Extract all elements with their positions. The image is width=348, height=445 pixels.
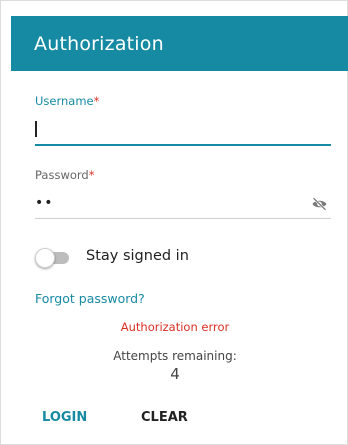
password-underline bbox=[35, 218, 331, 219]
attempts-remaining-value: 4 bbox=[170, 365, 180, 383]
login-button[interactable]: LOGIN bbox=[42, 407, 87, 429]
authorization-error-message: Authorization error bbox=[120, 320, 230, 334]
username-label-text: Username bbox=[35, 94, 94, 108]
text-caret bbox=[35, 121, 37, 137]
dialog-header: Authorization bbox=[11, 16, 348, 71]
eye-off-icon[interactable] bbox=[311, 196, 328, 211]
toggle-thumb bbox=[35, 248, 55, 268]
username-underline bbox=[35, 144, 331, 146]
clear-button[interactable]: CLEAR bbox=[141, 407, 188, 429]
password-label: Password* bbox=[35, 168, 94, 182]
username-required-mark: * bbox=[93, 94, 100, 108]
username-input[interactable] bbox=[35, 117, 331, 141]
authorization-dialog: Authorization Username* Password* Stay s… bbox=[0, 0, 348, 445]
forgot-password-link[interactable]: Forgot password? bbox=[35, 291, 145, 307]
stay-signed-in-label: Stay signed in bbox=[86, 248, 189, 264]
password-label-text: Password bbox=[35, 168, 89, 182]
username-label: Username* bbox=[35, 94, 99, 108]
stay-signed-in-toggle[interactable] bbox=[35, 248, 71, 268]
password-required-mark: * bbox=[88, 168, 95, 182]
dialog-title: Authorization bbox=[34, 33, 164, 55]
attempts-remaining-label: Attempts remaining: bbox=[113, 349, 237, 363]
password-input[interactable] bbox=[35, 191, 305, 215]
